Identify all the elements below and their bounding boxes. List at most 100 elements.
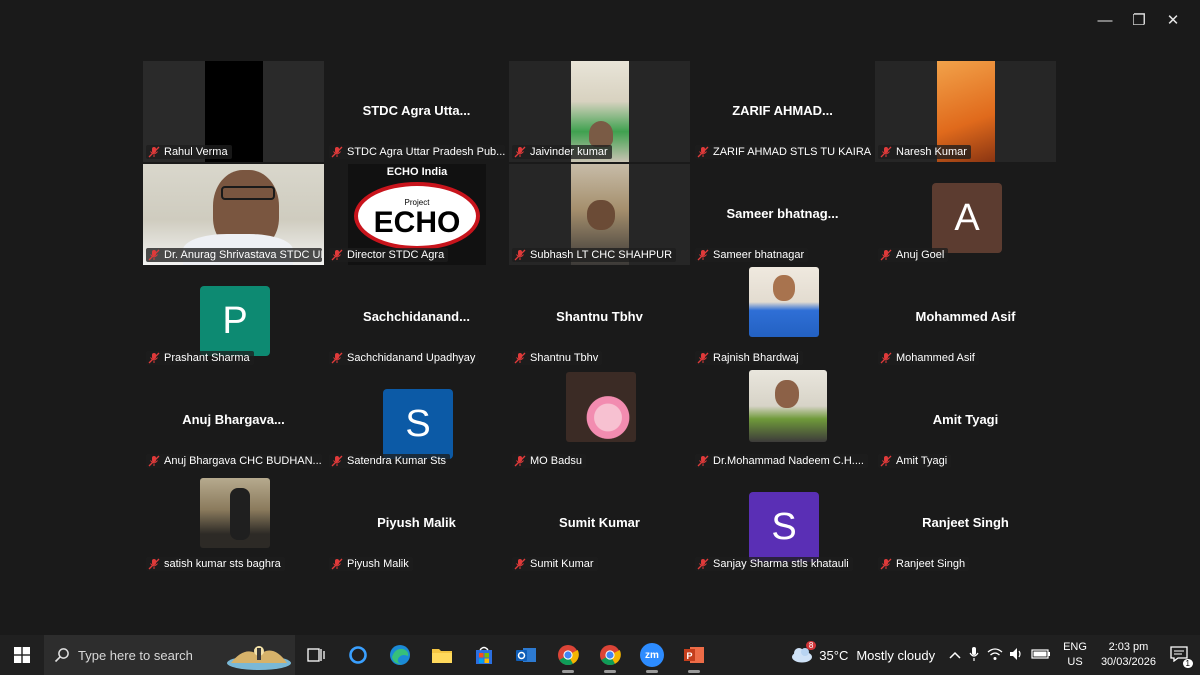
task-view-icon[interactable] <box>295 635 337 675</box>
participant-tile[interactable]: MO Badsu <box>509 370 690 471</box>
gallery-grid: Rahul Verma STDC Agra Utta... STDC Agra Ut… <box>143 61 1058 576</box>
cloud-icon: 8 <box>790 641 817 665</box>
participant-name: Director STDC Agra <box>347 249 445 261</box>
participant-tile[interactable]: Subhash LT CHC SHAHPUR <box>509 164 690 265</box>
participant-name: Subhash LT CHC SHAHPUR <box>530 249 673 261</box>
participant-name: Satendra Kumar Sts <box>347 455 447 467</box>
participant-name-label: STDC Agra Uttar Pradesh Pub... <box>329 145 505 159</box>
participant-name-label: Sameer bhatnagar <box>695 248 809 262</box>
window-controls: — ❐ ✕ <box>1088 8 1190 32</box>
system-tray: 8 35°C Mostly cloudy ENG US 2:03 pm 30/0… <box>790 635 1200 675</box>
participant-name-label: Anuj Bhargava CHC BUDHAN... <box>146 454 322 468</box>
participant-tile[interactable]: Mohammed Asif Mohammed Asif <box>875 267 1056 368</box>
participant-tile[interactable]: Shantnu Tbhv Shantnu Tbhv <box>509 267 690 368</box>
muted-mic-icon <box>148 558 160 570</box>
participant-tile[interactable]: ZARIF AHMAD... ZARIF AHMAD STLS TU KAIRA.… <box>692 61 873 162</box>
participant-display-name: Anuj Bhargava... <box>182 412 285 427</box>
chrome-profile-icon[interactable] <box>589 635 631 675</box>
close-button[interactable]: ✕ <box>1156 8 1190 32</box>
participant-name: Sachchidanand Upadhyay <box>347 352 476 364</box>
participant-tile[interactable]: Naresh Kumar <box>875 61 1056 162</box>
participant-name-label: Piyush Malik <box>329 557 413 571</box>
participant-name: Mohammed Asif <box>896 352 975 364</box>
speaker-icon[interactable] <box>1009 647 1025 664</box>
participant-name-label: Sachchidanand Upadhyay <box>329 351 480 365</box>
participant-tile[interactable]: Rahul Verma <box>143 61 324 162</box>
microphone-icon[interactable] <box>969 646 979 665</box>
muted-mic-icon <box>514 146 526 158</box>
participant-tile[interactable]: Ranjeet Singh Ranjeet Singh <box>875 473 1056 574</box>
participant-name-label: Prashant Sharma <box>146 351 254 365</box>
cortana-icon[interactable] <box>337 635 379 675</box>
search-placeholder: Type here to search <box>78 647 193 663</box>
weather-badge: 8 <box>805 641 817 650</box>
notification-icon[interactable]: 1 <box>1170 645 1193 668</box>
participant-tile[interactable]: Rajnish Bhardwaj <box>692 267 873 368</box>
muted-mic-icon <box>697 558 709 570</box>
participant-tile[interactable]: S Sanjay Sharma stls khatauli <box>692 473 873 574</box>
minimize-button[interactable]: — <box>1088 8 1122 32</box>
participant-tile[interactable]: Dr.Mohammad Nadeem C.H.... <box>692 370 873 471</box>
participant-name: Ranjeet Singh <box>896 558 966 570</box>
participant-name: STDC Agra Uttar Pradesh Pub... <box>347 146 505 158</box>
muted-mic-icon <box>331 455 343 467</box>
participant-tile[interactable]: Anuj Bhargava... Anuj Bhargava CHC BUDHAN… <box>143 370 324 471</box>
language-code: ENG <box>1063 641 1087 653</box>
participant-name-label: Shantnu Tbhv <box>512 351 603 365</box>
participant-name-label: Naresh Kumar <box>878 145 971 159</box>
participant-name-label: ZARIF AHMAD STLS TU KAIRA... <box>695 145 871 159</box>
participant-tile[interactable]: S Satendra Kumar Sts <box>326 370 507 471</box>
muted-mic-icon <box>880 558 892 570</box>
participant-tile[interactable]: Jaivinder kumar <box>509 61 690 162</box>
participant-name: satish kumar sts baghra <box>164 558 281 570</box>
clock-time: 2:03 pm <box>1108 641 1149 653</box>
participant-tile[interactable]: A Anuj Goel <box>875 164 1056 265</box>
clock[interactable]: 2:03 pm 30/03/2026 <box>1101 640 1156 670</box>
edge-icon[interactable] <box>379 635 421 675</box>
participant-display-name: Sachchidanand... <box>363 309 470 324</box>
participant-name-label: Rajnish Bhardwaj <box>695 351 803 365</box>
participant-tile[interactable]: Sameer bhatnag... Sameer bhatnagar <box>692 164 873 265</box>
participant-tile[interactable]: Piyush Malik Piyush Malik <box>326 473 507 574</box>
participant-tile[interactable]: Dr. Anurag Shrivastava STDC UP ... <box>143 164 324 265</box>
participant-name-label: Sumit Kumar <box>512 557 598 571</box>
participant-display-name: ZARIF AHMAD... <box>732 103 833 118</box>
participant-tile[interactable]: Amit Tyagi Amit Tyagi <box>875 370 1056 471</box>
participant-name: ZARIF AHMAD STLS TU KAIRA... <box>713 146 871 158</box>
participant-tile[interactable]: satish kumar sts baghra <box>143 473 324 574</box>
restore-button[interactable]: ❐ <box>1122 8 1156 32</box>
muted-mic-icon <box>514 455 526 467</box>
weather-widget[interactable]: 8 35°C Mostly cloudy <box>790 641 935 665</box>
muted-mic-icon <box>331 558 343 570</box>
wifi-icon[interactable] <box>987 647 1003 664</box>
muted-mic-icon <box>331 146 343 158</box>
participant-tile[interactable]: Sumit Kumar Sumit Kumar <box>509 473 690 574</box>
participant-name-label: Sanjay Sharma stls khatauli <box>695 557 853 571</box>
participant-name: Naresh Kumar <box>896 146 967 158</box>
participant-display-name: Shantnu Tbhv <box>556 309 643 324</box>
participant-name: Amit Tyagi <box>896 455 948 467</box>
chrome-icon[interactable] <box>547 635 589 675</box>
file-explorer-icon[interactable] <box>421 635 463 675</box>
participant-tile[interactable]: ECHO India Project ECHO Director STDC Agra <box>326 164 507 265</box>
chevron-up-icon[interactable] <box>949 648 961 662</box>
participant-tile[interactable]: STDC Agra Utta... STDC Agra Uttar Pradesh… <box>326 61 507 162</box>
outlook-icon[interactable] <box>505 635 547 675</box>
start-button[interactable] <box>0 635 44 675</box>
zoom-icon[interactable]: zm <box>631 635 673 675</box>
participant-name: Jaivinder kumar <box>530 146 608 158</box>
language-indicator[interactable]: ENG US <box>1063 640 1087 670</box>
participant-display-name: Amit Tyagi <box>932 412 999 427</box>
muted-mic-icon <box>697 146 709 158</box>
participant-display-name: Ranjeet Singh <box>922 515 1009 530</box>
muted-mic-icon <box>514 249 526 261</box>
participant-name: Rahul Verma <box>164 146 228 158</box>
store-icon[interactable] <box>463 635 505 675</box>
participant-tile[interactable]: P Prashant Sharma <box>143 267 324 368</box>
battery-icon[interactable] <box>1031 648 1051 663</box>
taskbar-search-box[interactable]: Type here to search <box>44 635 295 675</box>
powerpoint-icon[interactable]: P <box>673 635 715 675</box>
participant-name: Sameer bhatnagar <box>713 249 805 261</box>
participant-tile[interactable]: Sachchidanand... Sachchidanand Upadhyay <box>326 267 507 368</box>
participant-name-label: Mohammed Asif <box>878 351 979 365</box>
